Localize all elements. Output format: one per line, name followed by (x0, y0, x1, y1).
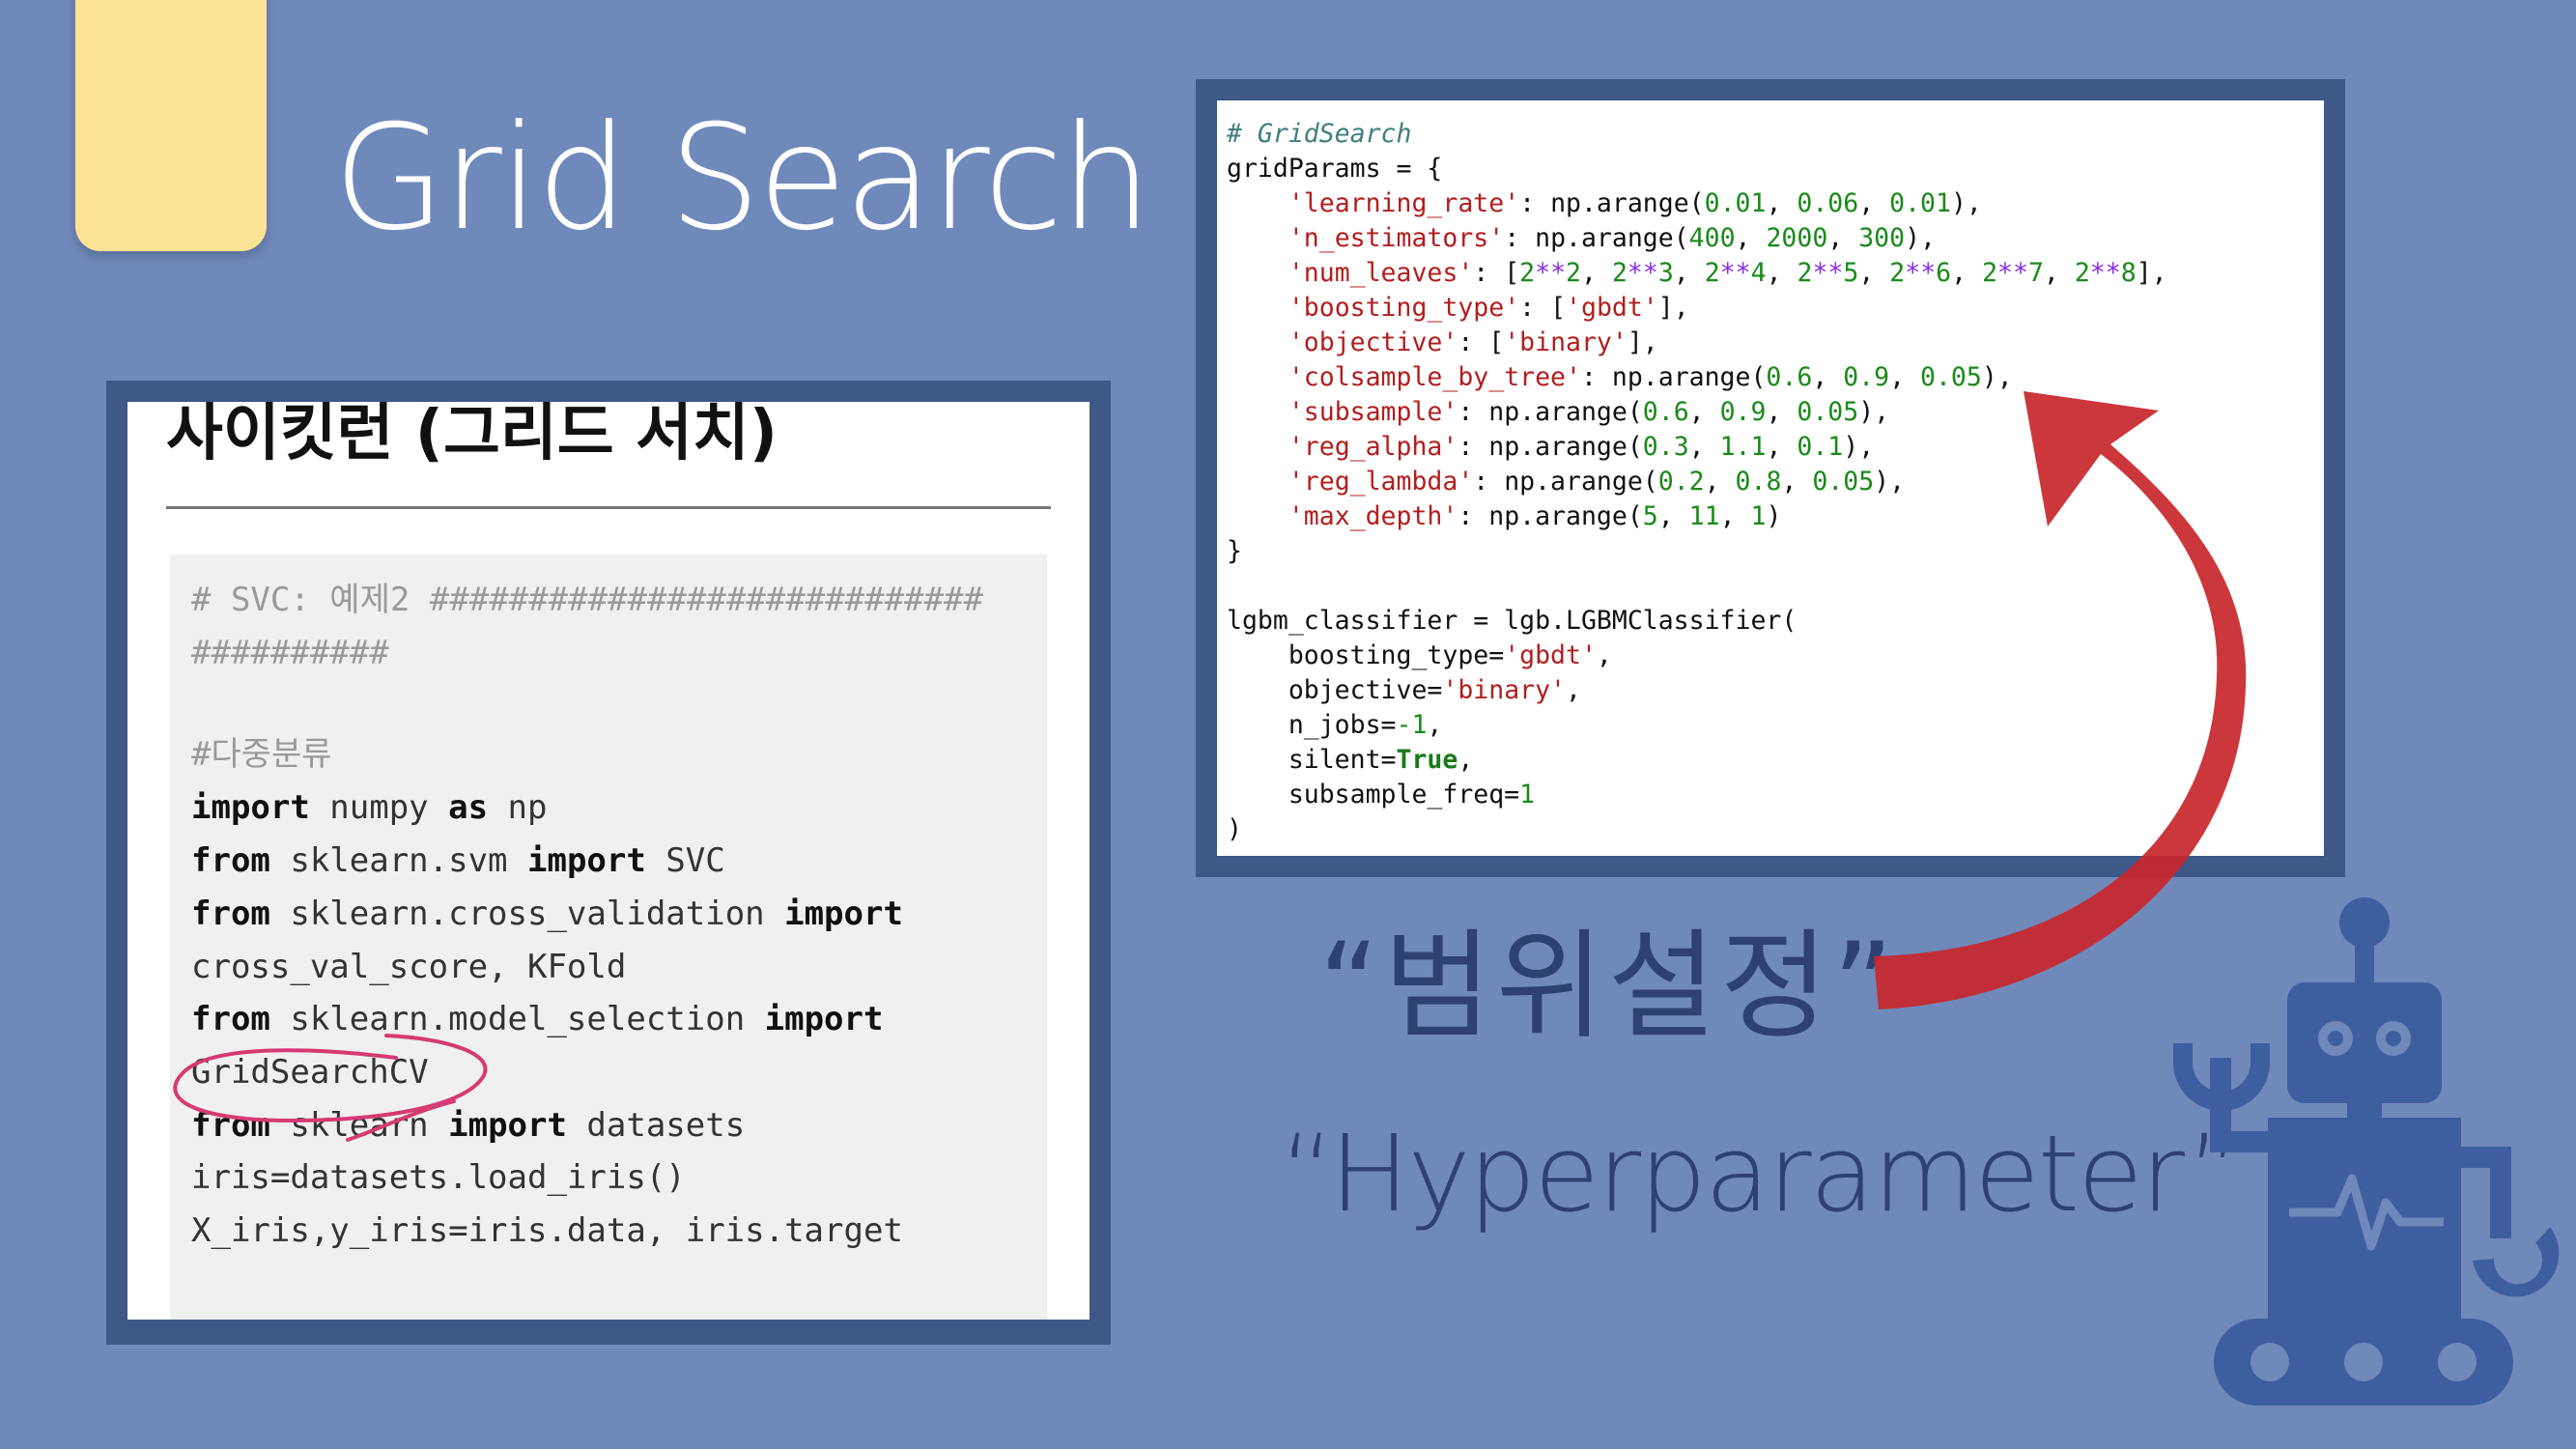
code-line: n_jobs=-1, (1227, 710, 1443, 740)
code-line: subsample_freq=1 (1227, 780, 1536, 810)
code-block: # SVC: 예제2 ############################ … (170, 554, 1047, 1320)
right-code-panel: # GridSearch gridParams = { 'learning_ra… (1196, 79, 2345, 877)
code-line: #다중분류 (191, 735, 332, 774)
code-line: from sklearn import datasets (191, 1106, 746, 1145)
robot-icon (2173, 897, 2560, 1406)
code-line: # GridSearch (1227, 119, 1412, 149)
code-line: from sklearn.svm import SVC (191, 841, 725, 880)
code-line: cross_val_score, KFold (191, 948, 627, 986)
code-line: 'reg_lambda': np.arange(0.2, 0.8, 0.05), (1288, 467, 1906, 497)
code-line: 'n_estimators': np.arange(400, 2000, 300… (1288, 223, 1936, 253)
code-line: iris=datasets.load_iris() (191, 1158, 686, 1197)
code-line: objective='binary', (1227, 675, 1581, 705)
left-panel-heading: 사이킷런 (그리드 서치) (166, 402, 778, 469)
code-line: } (1227, 536, 1242, 566)
code-line: ########## (191, 634, 389, 672)
code-line: 'boosting_type': ['gbdt'], (1288, 293, 1689, 323)
code-line: X_iris,y_iris=iris.data, iris.target (191, 1211, 903, 1250)
code-line: 'colsample_by_tree': np.arange(0.6, 0.9,… (1288, 362, 2013, 392)
left-code-panel: 사이킷런 (그리드 서치) # SVC: 예제2 ###############… (106, 381, 1111, 1345)
decorative-tab (75, 0, 267, 251)
left-panel-content: 사이킷런 (그리드 서치) # SVC: 예제2 ###############… (127, 402, 1090, 1320)
caption-range-setting: “범위설정” (1318, 918, 1898, 1055)
code-line: GridSearchCV (191, 1053, 429, 1092)
right-panel-content: # GridSearch gridParams = { 'learning_ra… (1217, 100, 2324, 856)
code-line: gridParams = { (1227, 154, 1443, 184)
code-line: boosting_type='gbdt', (1227, 640, 1612, 670)
caption-hyperparameter: “Hyperparameter” (1280, 1112, 2242, 1236)
code-line: from sklearn.model_selection import (191, 1000, 884, 1038)
code-line: from sklearn.cross_validation import (191, 895, 903, 933)
code-line: lgbm_classifier = lgb.LGBMClassifier( (1227, 606, 1798, 636)
code-line: ) (1227, 814, 1242, 844)
code-line: silent=True, (1227, 745, 1474, 775)
heading-divider (166, 506, 1051, 509)
code-line: 'subsample': np.arange(0.6, 0.9, 0.05), (1288, 397, 1890, 427)
code-line: 'objective': ['binary'], (1288, 327, 1658, 357)
slide-title: Grid Search (333, 95, 1152, 263)
code-line: # SVC: 예제2 ############################ (191, 581, 983, 619)
code-line: 'reg_alpha': np.arange(0.3, 1.1, 0.1), (1288, 432, 1875, 462)
code-line: 'learning_rate': np.arange(0.01, 0.06, 0… (1288, 188, 1982, 218)
code-line: 'max_depth': np.arange(5, 11, 1) (1288, 501, 1782, 531)
code-line: 'num_leaves': [2**2, 2**3, 2**4, 2**5, 2… (1288, 258, 2167, 288)
code-line: import numpy as np (191, 788, 548, 827)
